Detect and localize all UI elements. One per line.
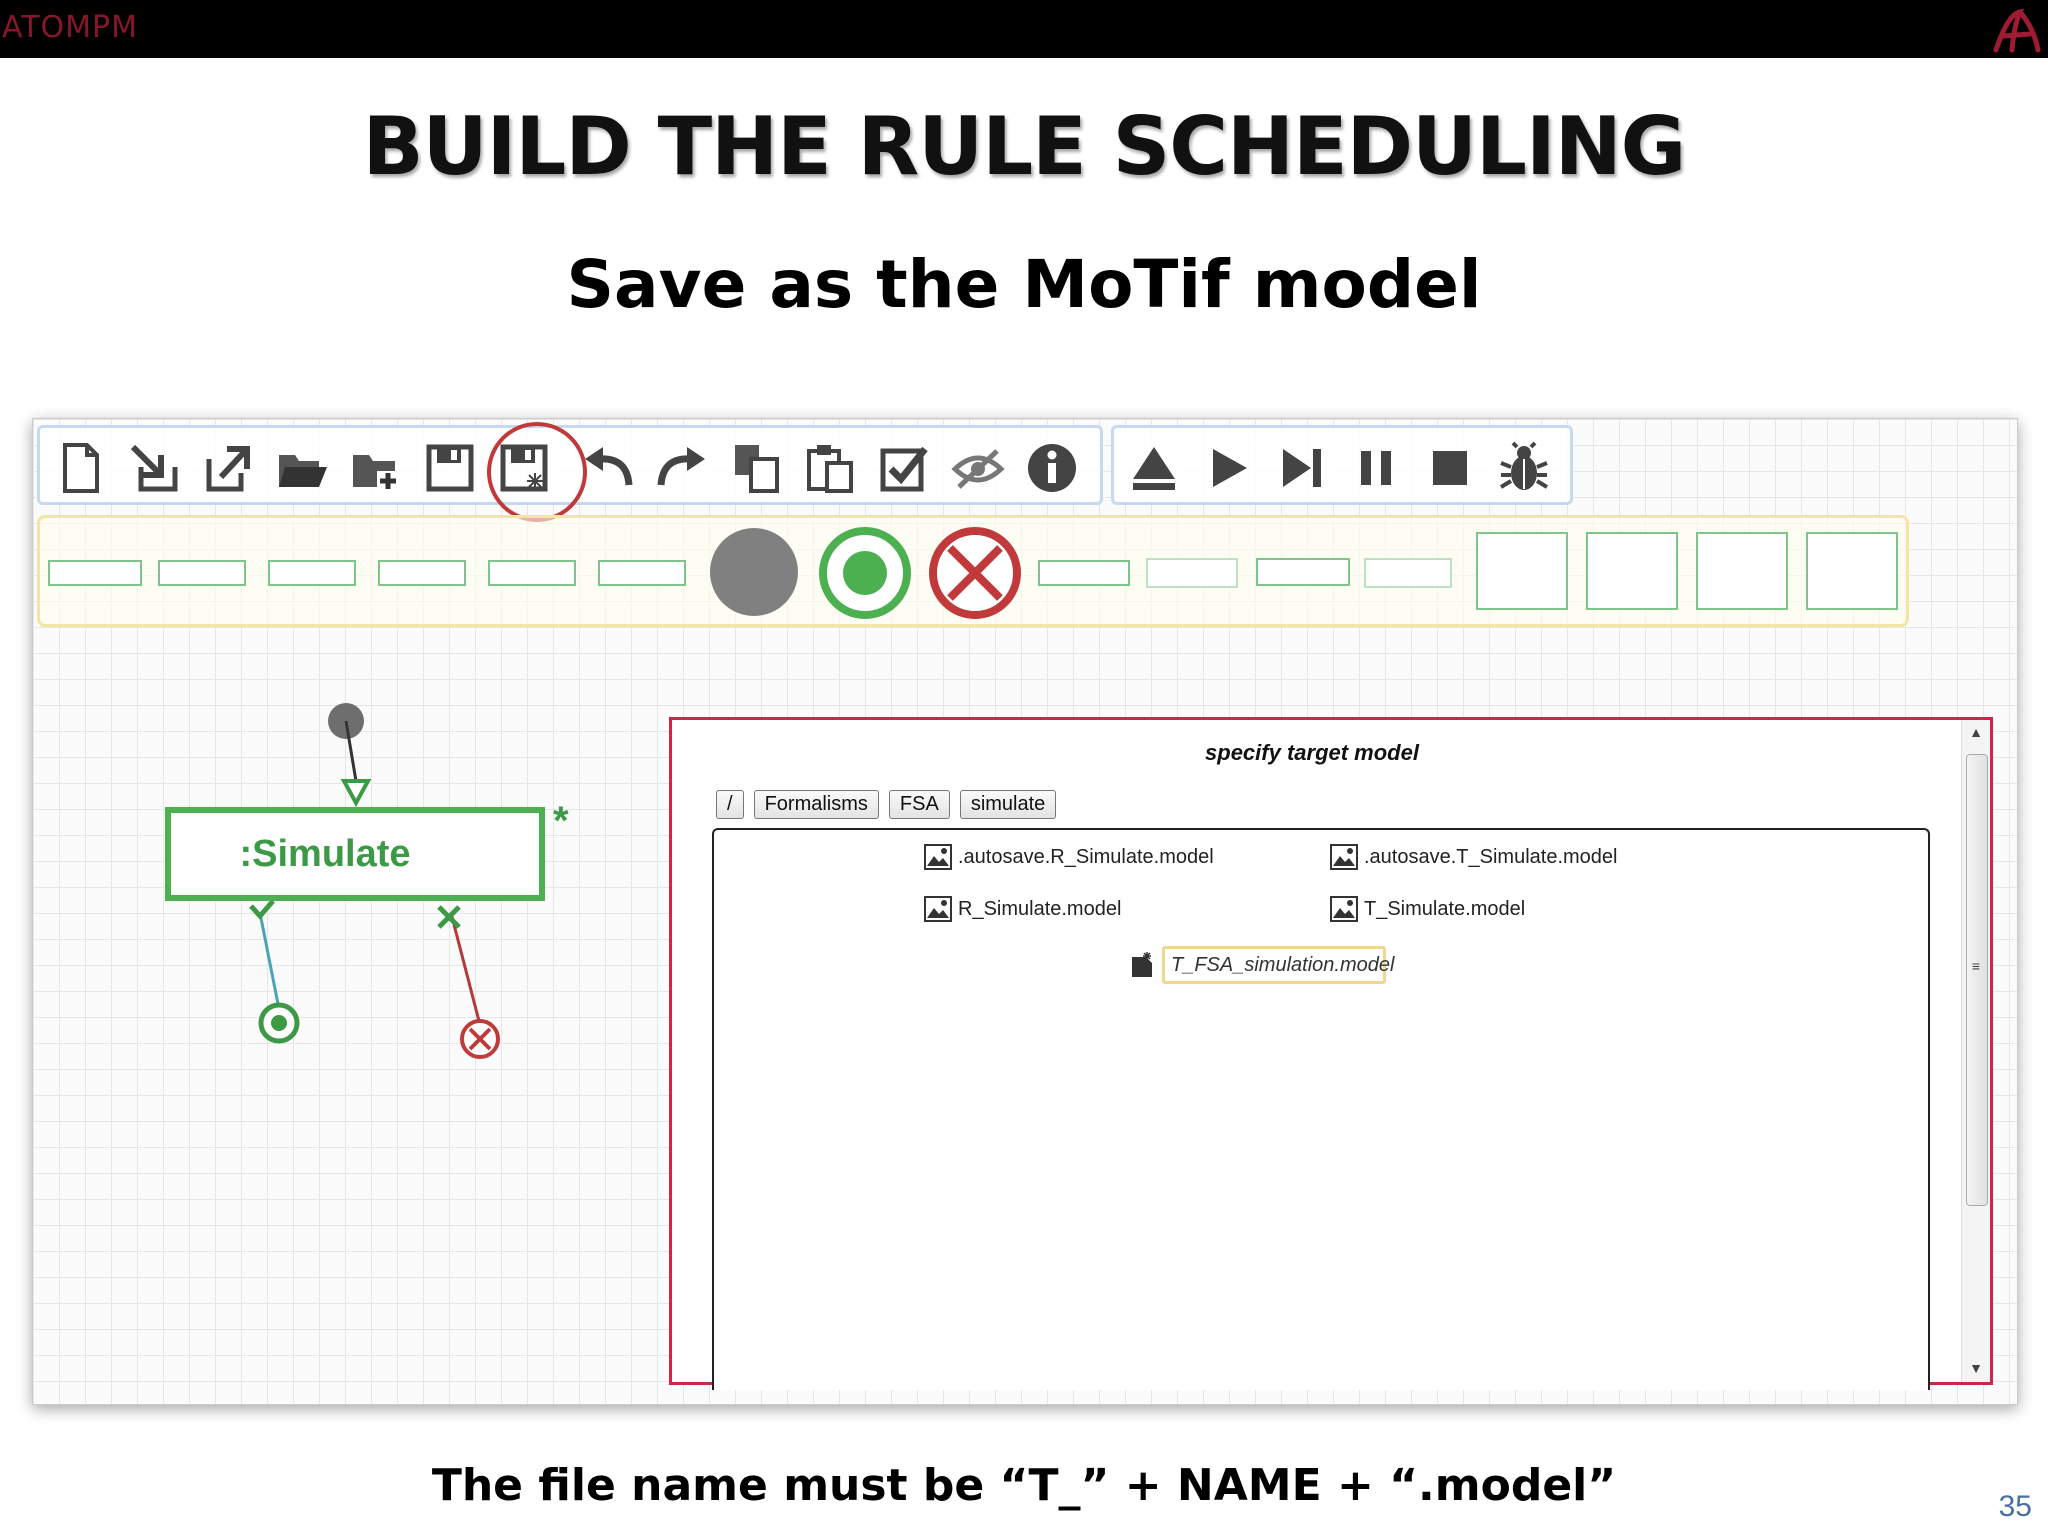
- open-folder-icon[interactable]: [272, 438, 332, 498]
- success-check-icon: [249, 899, 275, 920]
- breadcrumb-simulate[interactable]: simulate: [959, 790, 1057, 819]
- palette-item-composite-2[interactable]: [1586, 532, 1678, 610]
- palette-item-composite-4[interactable]: [1806, 532, 1898, 610]
- fail-end-pin[interactable]: [460, 1019, 500, 1059]
- new-folder-icon[interactable]: [346, 438, 406, 498]
- success-end-pin[interactable]: [258, 1002, 300, 1044]
- scroll-down-icon[interactable]: ▼: [1962, 1360, 1990, 1376]
- validate-icon[interactable]: [874, 438, 934, 498]
- file-name: .autosave.T_Simulate.model: [1364, 845, 1618, 868]
- main-toolbar: [37, 422, 1103, 522]
- palette-item-concurrent[interactable]: [1364, 558, 1452, 588]
- save-icon[interactable]: [420, 438, 480, 498]
- file-name: .autosave.R_Simulate.model: [958, 845, 1214, 868]
- save-as-icon[interactable]: [494, 438, 554, 498]
- palette-item-xrule[interactable]: [1038, 560, 1130, 586]
- university-logo-icon: [1993, 8, 2041, 53]
- motif-palette: [37, 515, 1909, 627]
- breadcrumb-formalisms[interactable]: Formalisms: [753, 790, 879, 819]
- step-icon[interactable]: [1272, 438, 1332, 498]
- palette-item-brule[interactable]: [598, 560, 686, 586]
- stop-icon[interactable]: [1420, 438, 1480, 498]
- dialog-title: specify target model: [1205, 740, 1419, 765]
- new-file-icon[interactable]: [50, 438, 110, 498]
- image-file-icon: [1330, 844, 1358, 870]
- end-fail-pin-icon[interactable]: [928, 526, 1022, 620]
- top-bar: ATOMPM: [0, 0, 2048, 58]
- file-item[interactable]: T_Simulate.model: [1330, 896, 1525, 922]
- atompm-canvas: :Simulate * specify target model / Forma…: [32, 418, 2018, 1405]
- file-name: R_Simulate.model: [958, 897, 1122, 920]
- new-file-icon: [1132, 952, 1152, 977]
- scroll-up-icon[interactable]: ▲: [1962, 724, 1990, 740]
- scroll-thumb[interactable]: [1966, 754, 1988, 1206]
- breadcrumb-root[interactable]: /: [716, 790, 744, 819]
- rule-label: :Simulate: [239, 832, 411, 875]
- start-pin[interactable]: [328, 703, 364, 739]
- slide-subtitle: Save as the MoTif model: [566, 246, 1482, 323]
- slide-footer: The file name must be “T_” + NAME + “.mo…: [431, 1460, 1617, 1511]
- play-icon[interactable]: [1198, 438, 1258, 498]
- run-toolbar: [1111, 425, 1573, 505]
- palette-item-composite-3[interactable]: [1696, 532, 1788, 610]
- page-number: 35: [1998, 1490, 2032, 1523]
- scroll-grip-icon: ≡: [1971, 958, 1981, 974]
- paste-icon[interactable]: [800, 438, 860, 498]
- import-icon[interactable]: [124, 438, 184, 498]
- file-item[interactable]: R_Simulate.model: [924, 896, 1121, 922]
- slide-title: BUILD THE RULE SCHEDULING: [362, 100, 1687, 193]
- file-item[interactable]: .autosave.T_Simulate.model: [1330, 844, 1617, 870]
- palette-item-frule[interactable]: [158, 560, 246, 586]
- redo-icon[interactable]: [652, 438, 712, 498]
- export-icon[interactable]: [198, 438, 258, 498]
- fail-cross-icon: [437, 905, 461, 929]
- palette-item-srule[interactable]: [268, 560, 356, 586]
- pause-icon[interactable]: [1346, 438, 1406, 498]
- new-file-entry: T_FSA_simulation.model: [1130, 946, 1394, 984]
- simulate-rule[interactable]: :Simulate: [165, 807, 545, 901]
- palette-item-arule[interactable]: [48, 560, 142, 586]
- save-dialog: specify target model / Formalisms FSA si…: [669, 717, 1993, 1390]
- filename-input[interactable]: T_FSA_simulation.model: [1162, 946, 1394, 984]
- palette-item-sequence[interactable]: [1146, 558, 1238, 588]
- image-file-icon: [924, 844, 952, 870]
- end-success-pin-icon[interactable]: [818, 526, 912, 620]
- palette-item-composite-1[interactable]: [1476, 532, 1568, 610]
- debug-icon[interactable]: [1494, 438, 1554, 498]
- info-icon[interactable]: [1022, 438, 1082, 498]
- file-item[interactable]: .autosave.R_Simulate.model: [924, 844, 1214, 870]
- file-list: .autosave.R_Simulate.model .autosave.T_S…: [712, 828, 1930, 1390]
- palette-item-crule[interactable]: [488, 560, 576, 586]
- start-pin-icon[interactable]: [708, 526, 800, 618]
- brand-logo: ATOMPM: [2, 10, 138, 45]
- breadcrumb-fsa[interactable]: FSA: [888, 790, 950, 819]
- hide-icon[interactable]: [948, 438, 1008, 498]
- undo-icon[interactable]: [578, 438, 638, 498]
- dialog-scrollbar[interactable]: ▲ ≡ ▼: [1961, 720, 1990, 1382]
- load-icon[interactable]: [1124, 438, 1184, 498]
- palette-item-lrule[interactable]: [1256, 558, 1350, 586]
- image-file-icon: [924, 896, 952, 922]
- file-name: T_Simulate.model: [1364, 897, 1526, 920]
- copy-icon[interactable]: [726, 438, 786, 498]
- breadcrumb: / Formalisms FSA simulate: [716, 790, 1057, 819]
- unsaved-marker: *: [553, 799, 569, 843]
- palette-item-qrule[interactable]: [378, 560, 466, 586]
- image-file-icon: [1330, 896, 1358, 922]
